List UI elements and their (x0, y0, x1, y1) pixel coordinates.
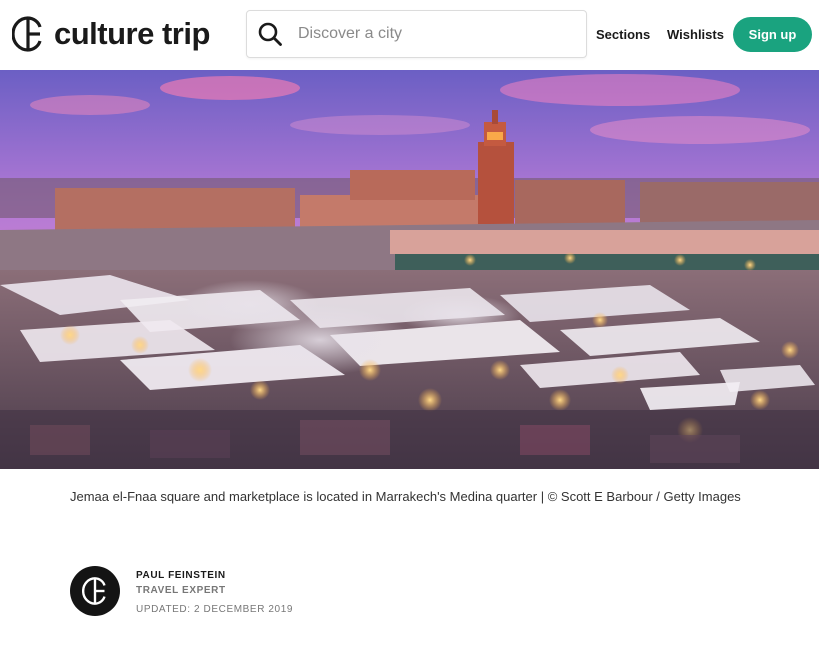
author-name[interactable]: PAUL FEINSTEIN (136, 570, 226, 581)
author-role: TRAVEL EXPERT (136, 585, 226, 596)
hero-image (0, 70, 819, 469)
culture-trip-avatar-icon (82, 577, 106, 605)
search-input[interactable] (298, 25, 558, 43)
culture-trip-logo-icon (12, 16, 42, 52)
updated-date: UPDATED: 2 DECEMBER 2019 (136, 604, 294, 615)
brand-name: culture trip (54, 16, 210, 51)
author-avatar[interactable] (70, 566, 120, 616)
site-header: culture trip Sections Wishlists Sign up (0, 0, 819, 70)
nav-sections-link[interactable]: Sections (596, 27, 650, 42)
brand-logo[interactable]: culture trip (12, 15, 210, 53)
nav-wishlists-link[interactable]: Wishlists (667, 27, 724, 42)
signup-button[interactable]: Sign up (733, 17, 812, 52)
hero-caption: Jemaa el-Fnaa square and marketplace is … (70, 489, 741, 504)
search-bar[interactable] (246, 10, 587, 58)
search-icon (258, 22, 282, 46)
